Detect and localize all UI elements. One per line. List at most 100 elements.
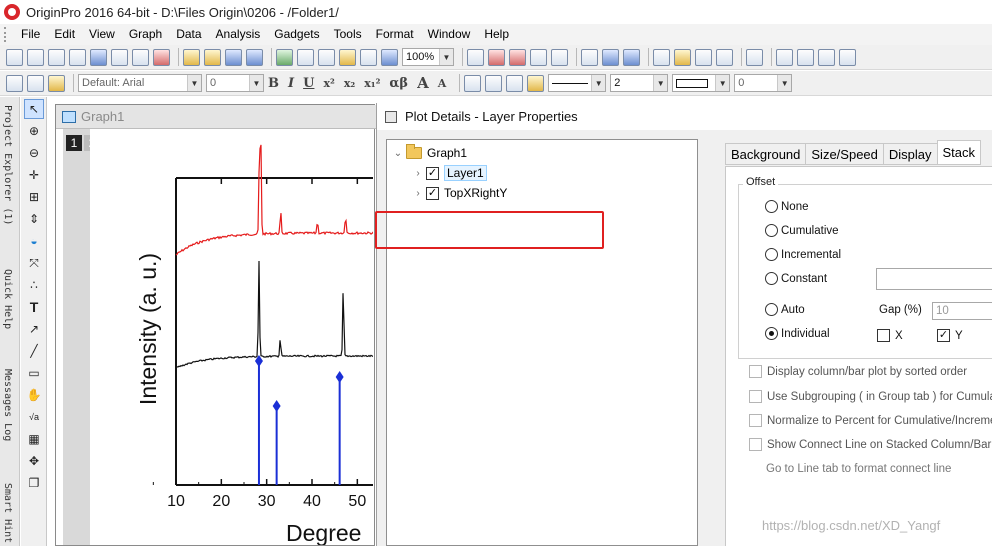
sorted-order-option[interactable]: Display column/bar plot by sorted order xyxy=(749,365,967,378)
new-workbook-icon[interactable] xyxy=(27,48,44,66)
radio-button[interactable] xyxy=(765,327,778,340)
menu-graph[interactable]: Graph xyxy=(122,24,169,45)
radio-button[interactable] xyxy=(765,303,778,316)
sum-icon[interactable] xyxy=(776,48,793,66)
data-reader-tool-icon[interactable]: ⊞ xyxy=(24,187,44,207)
connect-line-checkbox[interactable] xyxy=(749,438,762,451)
save-template-icon[interactable] xyxy=(246,48,263,66)
screen-reader-tool-icon[interactable]: ✛ xyxy=(24,165,44,185)
region-mask-tool-icon[interactable]: ◒ xyxy=(24,231,44,251)
tree-node-topxrighty[interactable]: › ✓ TopXRightY xyxy=(412,184,507,202)
zoom-out-tool-icon[interactable]: ⊖ xyxy=(24,143,44,163)
save-project-icon[interactable] xyxy=(225,48,242,66)
menu-gadgets[interactable]: Gadgets xyxy=(267,24,326,45)
menu-edit[interactable]: Edit xyxy=(47,24,82,45)
dialog-titlebar[interactable]: Plot Details - Layer Properties xyxy=(377,103,992,130)
code-builder-icon[interactable] xyxy=(653,48,670,66)
new-layout-icon[interactable] xyxy=(153,48,170,66)
tree-node-graph1[interactable]: ⌄ Graph1 xyxy=(392,144,467,162)
topxrighty-checkbox[interactable]: ✓ xyxy=(426,186,439,200)
offset-x-checkbox-row[interactable]: X xyxy=(877,329,903,342)
add-column-icon[interactable] xyxy=(746,48,763,66)
fill-color-icon[interactable] xyxy=(464,74,482,92)
refresh-icon[interactable] xyxy=(488,48,505,66)
pattern-icon[interactable] xyxy=(485,74,503,92)
tree-node-layer1[interactable]: › ✓ Layer1 xyxy=(412,164,487,182)
offset-y-checkbox[interactable]: ✓ xyxy=(937,329,950,342)
set-values-icon[interactable] xyxy=(839,48,856,66)
offset-individual-radio[interactable]: Individual xyxy=(765,327,830,340)
offset-cumulative-radio[interactable]: Cumulative xyxy=(765,224,839,237)
add-text-icon[interactable] xyxy=(674,48,691,66)
gap-percent-input[interactable]: 10 xyxy=(932,302,992,320)
chevron-down-icon[interactable]: ▼ xyxy=(653,75,668,91)
font-size-combo[interactable]: 0 ▼ xyxy=(206,74,264,92)
project-explorer-tab[interactable]: Project Explorer (1) xyxy=(2,105,13,225)
superscript-button[interactable]: x² xyxy=(323,77,334,90)
line-width-combo[interactable]: 2 ▼ xyxy=(610,74,669,92)
supsub-button[interactable]: x₁² xyxy=(364,77,380,90)
subgrouping-option[interactable]: Use Subgrouping ( in Group tab ) for Cum… xyxy=(749,390,992,403)
frequency-icon[interactable] xyxy=(818,48,835,66)
import-wizard-icon[interactable] xyxy=(276,48,293,66)
underline-button[interactable]: U xyxy=(303,76,314,91)
offset-y-checkbox-row[interactable]: ✓ Y xyxy=(937,329,963,342)
layer1-checkbox[interactable]: ✓ xyxy=(426,166,439,180)
sort-icon[interactable] xyxy=(797,48,814,66)
chevron-right-icon[interactable]: › xyxy=(412,188,424,199)
italic-button[interactable]: I xyxy=(288,76,294,91)
export-page-icon[interactable] xyxy=(551,48,568,66)
pan-hand-tool-icon[interactable]: ✋ xyxy=(24,385,44,405)
constant-offset-input[interactable] xyxy=(876,268,992,290)
messages-log-tab[interactable]: Messages Log xyxy=(2,369,13,441)
move-layer-tool-icon[interactable]: ✥ xyxy=(24,451,44,471)
tab-size-speed[interactable]: Size/Speed xyxy=(805,143,883,165)
font-combo[interactable]: Default: Arial ▼ xyxy=(78,74,202,92)
chevron-down-icon[interactable]: ▼ xyxy=(439,49,453,65)
origin-app-icon[interactable] xyxy=(4,4,20,20)
xrd-plot[interactable]: 10 20 30 40 50 Intensity (a. u.) Degree xyxy=(90,129,373,545)
menu-window[interactable]: Window xyxy=(421,24,478,45)
copy-icon[interactable] xyxy=(27,74,44,92)
chevron-right-icon[interactable]: › xyxy=(412,168,424,179)
menu-data[interactable]: Data xyxy=(169,24,208,45)
data-selector-tool-icon[interactable]: ⇕ xyxy=(24,209,44,229)
menu-analysis[interactable]: Analysis xyxy=(209,24,268,45)
tab-background[interactable]: Background xyxy=(725,143,806,165)
subgrouping-checkbox[interactable] xyxy=(749,390,762,403)
radio-button[interactable] xyxy=(765,248,778,261)
connect-line-option[interactable]: Show Connect Line on Stacked Column/Bar xyxy=(749,438,991,451)
decrease-font-button[interactable]: A xyxy=(438,77,447,90)
open-template-icon[interactable] xyxy=(204,48,221,66)
sorted-order-checkbox[interactable] xyxy=(749,365,762,378)
new-notes-icon[interactable] xyxy=(132,48,149,66)
offset-auto-radio[interactable]: Auto xyxy=(765,303,805,316)
offset-incremental-radio[interactable]: Incremental xyxy=(765,248,841,261)
greek-button[interactable]: αβ xyxy=(389,76,408,91)
scatter-tool-icon[interactable]: ∴ xyxy=(24,275,44,295)
radio-button[interactable] xyxy=(765,224,778,237)
increase-font-button[interactable]: A xyxy=(417,74,429,92)
print-icon[interactable] xyxy=(467,48,484,66)
menu-format[interactable]: Format xyxy=(369,24,421,45)
command-window-icon[interactable] xyxy=(623,48,640,66)
line-tool-icon[interactable]: ╱ xyxy=(24,341,44,361)
tab-stack[interactable]: Stack xyxy=(936,140,982,165)
subscript-button[interactable]: x₂ xyxy=(344,77,355,90)
radio-button[interactable] xyxy=(765,200,778,213)
chevron-down-icon[interactable]: ▼ xyxy=(777,75,792,91)
results-log-icon[interactable] xyxy=(602,48,619,66)
layer-stack-tool-icon[interactable]: ❐ xyxy=(24,473,44,493)
rectangle-tool-icon[interactable]: ▭ xyxy=(24,363,44,383)
new-sheet-icon[interactable] xyxy=(48,48,65,66)
radio-button[interactable] xyxy=(765,272,778,285)
add-graph-tool-icon[interactable]: ▦ xyxy=(24,429,44,449)
project-explorer-icon[interactable] xyxy=(581,48,598,66)
chevron-down-icon[interactable]: ⌄ xyxy=(392,148,404,159)
offset-constant-radio[interactable]: Constant xyxy=(765,272,827,285)
duplicate-icon[interactable] xyxy=(509,48,526,66)
quick-help-tab[interactable]: Quick Help xyxy=(2,269,13,329)
zoom-combo[interactable]: 100% ▼ xyxy=(402,48,454,66)
copy-page-icon[interactable] xyxy=(530,48,547,66)
menu-file[interactable]: File xyxy=(14,24,47,45)
